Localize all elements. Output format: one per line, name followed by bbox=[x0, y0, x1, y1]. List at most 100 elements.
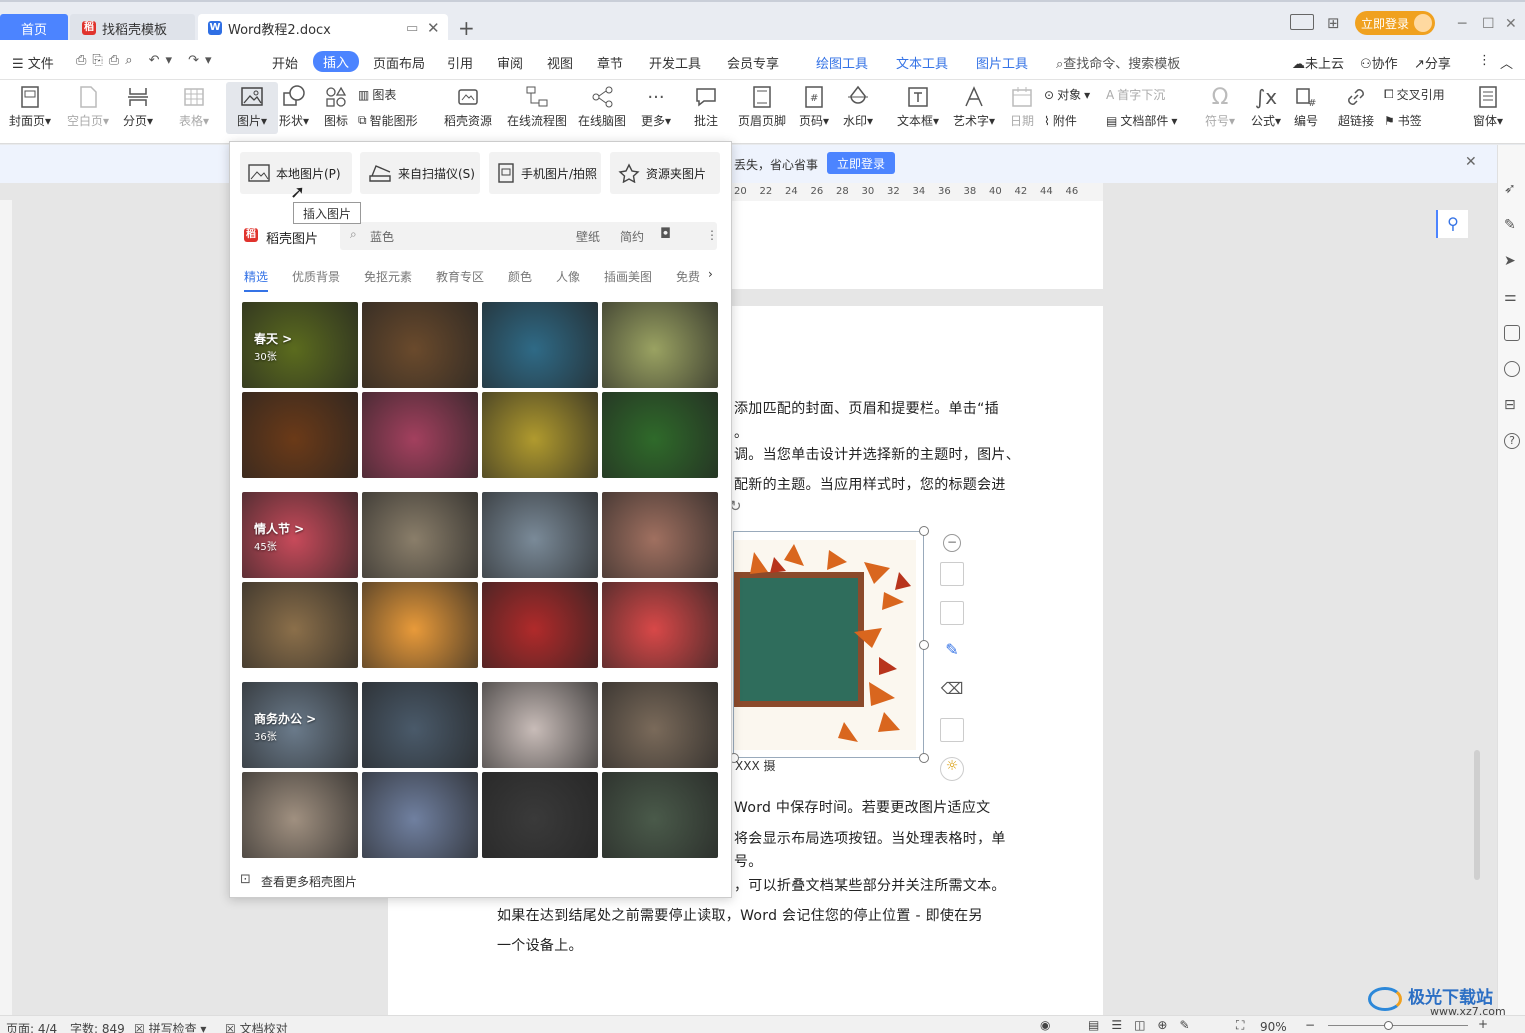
symbol-button[interactable]: Ω 符号▾ bbox=[1194, 82, 1246, 129]
compass-icon[interactable] bbox=[1504, 361, 1520, 377]
view-mode-icons[interactable]: ▤☰◫⊕✎ bbox=[1088, 1018, 1202, 1032]
image-thumbnail[interactable] bbox=[242, 392, 358, 478]
category-portraits[interactable]: 人像 bbox=[556, 268, 580, 285]
image-thumbnail[interactable] bbox=[362, 682, 478, 768]
word-count[interactable]: 字数: 849 bbox=[70, 1020, 125, 1033]
menu-references[interactable]: 引用 bbox=[447, 53, 473, 72]
drop-cap-button[interactable]: A 首字下沉 bbox=[1106, 86, 1165, 103]
image-thumbnail[interactable]: 情人节 > 45张 bbox=[242, 492, 358, 578]
image-thumbnail[interactable]: 商务办公 > 36张 bbox=[242, 682, 358, 768]
help-icon[interactable]: ? bbox=[1504, 433, 1520, 449]
more-menu-icon[interactable]: ⋮ bbox=[1478, 53, 1491, 68]
image-thumbnail[interactable] bbox=[242, 582, 358, 668]
tag-simple[interactable]: 简约 bbox=[620, 228, 644, 245]
date-button[interactable]: 日期 bbox=[996, 82, 1048, 129]
page-indicator[interactable]: 页面: 4/4 bbox=[6, 1020, 57, 1033]
camera-search-icon[interactable]: ◘ bbox=[660, 226, 671, 242]
menu-developer[interactable]: 开发工具 bbox=[649, 53, 701, 72]
docer-resource-button[interactable]: 稻壳资源 bbox=[442, 82, 494, 129]
menu-insert[interactable]: 插入 bbox=[313, 51, 360, 72]
maximize-icon[interactable]: ☐ bbox=[1482, 16, 1495, 32]
image-thumbnail[interactable] bbox=[362, 772, 478, 858]
resize-handle[interactable] bbox=[919, 526, 929, 536]
image-thumbnail[interactable] bbox=[482, 682, 598, 768]
menu-layout[interactable]: 页面布局 bbox=[373, 53, 425, 72]
image-thumbnail[interactable] bbox=[482, 392, 598, 478]
rocket-icon[interactable]: ➶ bbox=[1504, 181, 1520, 197]
cover-page-button[interactable]: 封面页▾ bbox=[4, 82, 56, 129]
doc-part-button[interactable]: ▤ 文档部件 ▾ bbox=[1106, 112, 1177, 129]
image-thumbnail[interactable] bbox=[602, 392, 718, 478]
watermark-button[interactable]: 水印▾ bbox=[832, 82, 884, 129]
brush-icon[interactable]: ✎ bbox=[940, 640, 964, 664]
fit-icon[interactable]: ⛶ bbox=[1236, 1018, 1244, 1033]
tab-document[interactable]: W Word教程2.docx ▭ ✕ bbox=[198, 14, 448, 42]
image-thumbnail[interactable] bbox=[482, 772, 598, 858]
close-window-icon[interactable]: ✕ bbox=[1505, 16, 1517, 32]
tab-close-icon[interactable]: ✕ bbox=[427, 19, 440, 37]
menu-view[interactable]: 视图 bbox=[547, 53, 573, 72]
comment-button[interactable]: 批注 bbox=[680, 82, 732, 129]
menu-member[interactable]: 会员专享 bbox=[727, 53, 779, 72]
idea-bulb-icon[interactable]: ☼ bbox=[940, 757, 964, 781]
command-search[interactable]: ⌕查找命令、搜索模板 bbox=[1056, 53, 1180, 72]
more-insert-button[interactable]: ··· 更多▾ bbox=[630, 82, 682, 129]
attachment-button[interactable]: ⌇ 附件 bbox=[1044, 112, 1077, 129]
numbering-button[interactable]: # 编号 bbox=[1280, 82, 1332, 129]
art-text-button[interactable]: 艺术字▾ bbox=[948, 82, 1000, 129]
zoom-level[interactable]: 90% bbox=[1260, 1020, 1287, 1033]
pen-icon[interactable]: ✎ bbox=[1504, 217, 1520, 233]
location-pin-icon[interactable]: ⚲ bbox=[1436, 210, 1468, 238]
share-button[interactable]: ↗分享 bbox=[1414, 53, 1451, 72]
category-backgrounds[interactable]: 优质背景 bbox=[292, 268, 340, 285]
image-thumbnail[interactable] bbox=[362, 582, 478, 668]
tab-home[interactable]: 首页 bbox=[0, 14, 68, 42]
menu-start[interactable]: 开始 bbox=[272, 53, 298, 72]
image-thumbnail[interactable] bbox=[482, 582, 598, 668]
image-thumbnail[interactable]: 春天 > 30张 bbox=[242, 302, 358, 388]
book-icon[interactable]: ⊟ bbox=[1504, 397, 1520, 413]
zoom-out-icon[interactable]: − bbox=[1305, 1018, 1315, 1032]
vertical-scrollbar[interactable] bbox=[1474, 750, 1480, 880]
apps-grid-icon[interactable]: ⊞ bbox=[1327, 14, 1340, 32]
scanner-button[interactable]: 来自扫描仪(S) bbox=[360, 152, 480, 194]
smart-art-button[interactable]: ⧉ 智能图形 bbox=[358, 112, 418, 129]
zoom-slider-thumb[interactable] bbox=[1384, 1021, 1393, 1030]
image-thumbnail[interactable] bbox=[602, 772, 718, 858]
doc-proof-button[interactable]: ☒ 文档校对 bbox=[225, 1020, 288, 1033]
zoom-in-icon[interactable]: + bbox=[1478, 1017, 1488, 1031]
more-images-link[interactable]: 查看更多稻壳图片 bbox=[261, 873, 357, 890]
new-tab-button[interactable]: + bbox=[458, 16, 475, 40]
table-button[interactable]: 表格▾ bbox=[168, 82, 220, 129]
image-thumbnail[interactable] bbox=[602, 582, 718, 668]
login-button[interactable]: 立即登录 bbox=[1355, 11, 1435, 35]
icon-button[interactable]: 图标 bbox=[310, 82, 362, 129]
menu-review[interactable]: 审阅 bbox=[497, 53, 523, 72]
menu-text-tools[interactable]: 文本工具 bbox=[896, 53, 948, 72]
online-flowchart-button[interactable]: 在线流程图 bbox=[506, 82, 568, 129]
header-footer-button[interactable]: 页眉页脚 bbox=[734, 82, 790, 129]
tab-pin-icon[interactable]: ▭ bbox=[406, 21, 418, 36]
category-featured[interactable]: 精选 bbox=[244, 268, 268, 285]
image-thumbnail[interactable] bbox=[602, 682, 718, 768]
object-button[interactable]: ⊙ 对象 ▾ bbox=[1044, 86, 1090, 103]
hyperlink-button[interactable]: 超链接 bbox=[1330, 82, 1382, 129]
menu-drawing-tools[interactable]: 绘图工具 bbox=[816, 53, 868, 72]
image-thumbnail[interactable] bbox=[362, 302, 478, 388]
minimize-icon[interactable]: ─ bbox=[1458, 16, 1466, 32]
cross-reference-button[interactable]: ⧠ 交叉引用 bbox=[1384, 86, 1445, 103]
image-thumbnail[interactable] bbox=[482, 302, 598, 388]
resize-handle[interactable] bbox=[919, 753, 929, 763]
file-menu[interactable]: ☰ 文件 bbox=[12, 53, 54, 72]
image-thumbnail[interactable] bbox=[482, 492, 598, 578]
category-cutouts[interactable]: 免抠元素 bbox=[364, 268, 412, 285]
category-education[interactable]: 教育专区 bbox=[436, 268, 484, 285]
form-button[interactable]: 窗体▾ bbox=[1462, 82, 1514, 129]
phone-picture-button[interactable]: 手机图片/拍照 bbox=[489, 152, 601, 194]
tag-wallpaper[interactable]: 壁纸 bbox=[576, 228, 600, 245]
eraser-icon[interactable]: ⌫ bbox=[940, 679, 964, 703]
folder-picture-button[interactable]: 资源夹图片 bbox=[610, 152, 720, 194]
bookmark-button[interactable]: ⚑ 书签 bbox=[1384, 112, 1422, 129]
category-scroll-right-icon[interactable]: › bbox=[708, 267, 713, 281]
collapse-ribbon-icon[interactable]: ︿ bbox=[1500, 53, 1513, 72]
